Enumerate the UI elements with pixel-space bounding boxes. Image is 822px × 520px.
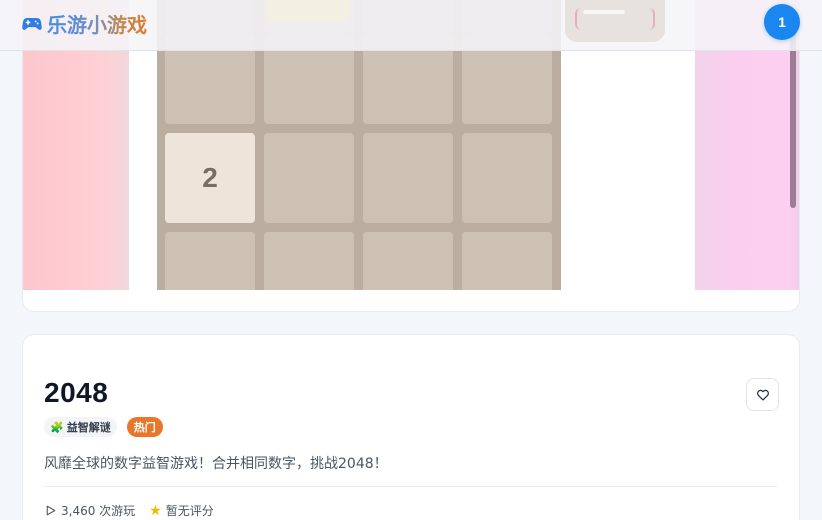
- game-stats: 3,460 次游玩 ★ 暂无评分: [44, 502, 228, 519]
- site-logo[interactable]: 乐游小游戏: [21, 9, 147, 38]
- board-tile: [462, 232, 552, 290]
- site-logo-text: 乐游小游戏: [47, 9, 147, 38]
- gamepad-icon: [22, 17, 42, 30]
- game-header-ghost: [266, 0, 350, 22]
- board-tile: [165, 232, 255, 290]
- game-info-card: 2048 🧩 益智解谜 热门 风靡全球的数字益智游戏！合并相同数字，挑战2048…: [22, 334, 800, 520]
- star-icon: ★: [149, 502, 162, 519]
- rating-text: 暂无评分: [165, 504, 214, 518]
- favorite-button[interactable]: [746, 378, 779, 411]
- divider: [44, 486, 777, 487]
- category-label: 益智解谜: [66, 421, 111, 434]
- play-count: 3,460 次游玩: [61, 504, 136, 518]
- game-description: 风靡全球的数字益智游戏！合并相同数字，挑战2048！: [44, 456, 388, 472]
- board-tile: [363, 133, 453, 223]
- game-scrollbar[interactable]: [790, 30, 796, 208]
- game-score-ghost: [565, 0, 665, 42]
- heart-icon: [756, 389, 769, 401]
- top-navbar: 乐游小游戏 1: [0, 0, 822, 51]
- play-icon: [46, 505, 56, 516]
- rating-stat: ★ 暂无评分: [149, 502, 214, 519]
- board-tile: [462, 133, 552, 223]
- category-tag[interactable]: 🧩 益智解谜: [44, 417, 117, 437]
- game-title: 2048: [44, 377, 109, 408]
- board-tile: [264, 133, 354, 223]
- board-tile-2: 2: [165, 133, 255, 223]
- hot-badge: 热门: [126, 417, 163, 437]
- puzzle-icon: 🧩: [50, 420, 64, 434]
- tag-row: 🧩 益智解谜 热门: [44, 417, 163, 437]
- play-count-stat: 3,460 次游玩: [44, 502, 135, 519]
- user-avatar[interactable]: 1: [764, 4, 800, 40]
- board-tile: [363, 232, 453, 290]
- board-tile: [264, 232, 354, 290]
